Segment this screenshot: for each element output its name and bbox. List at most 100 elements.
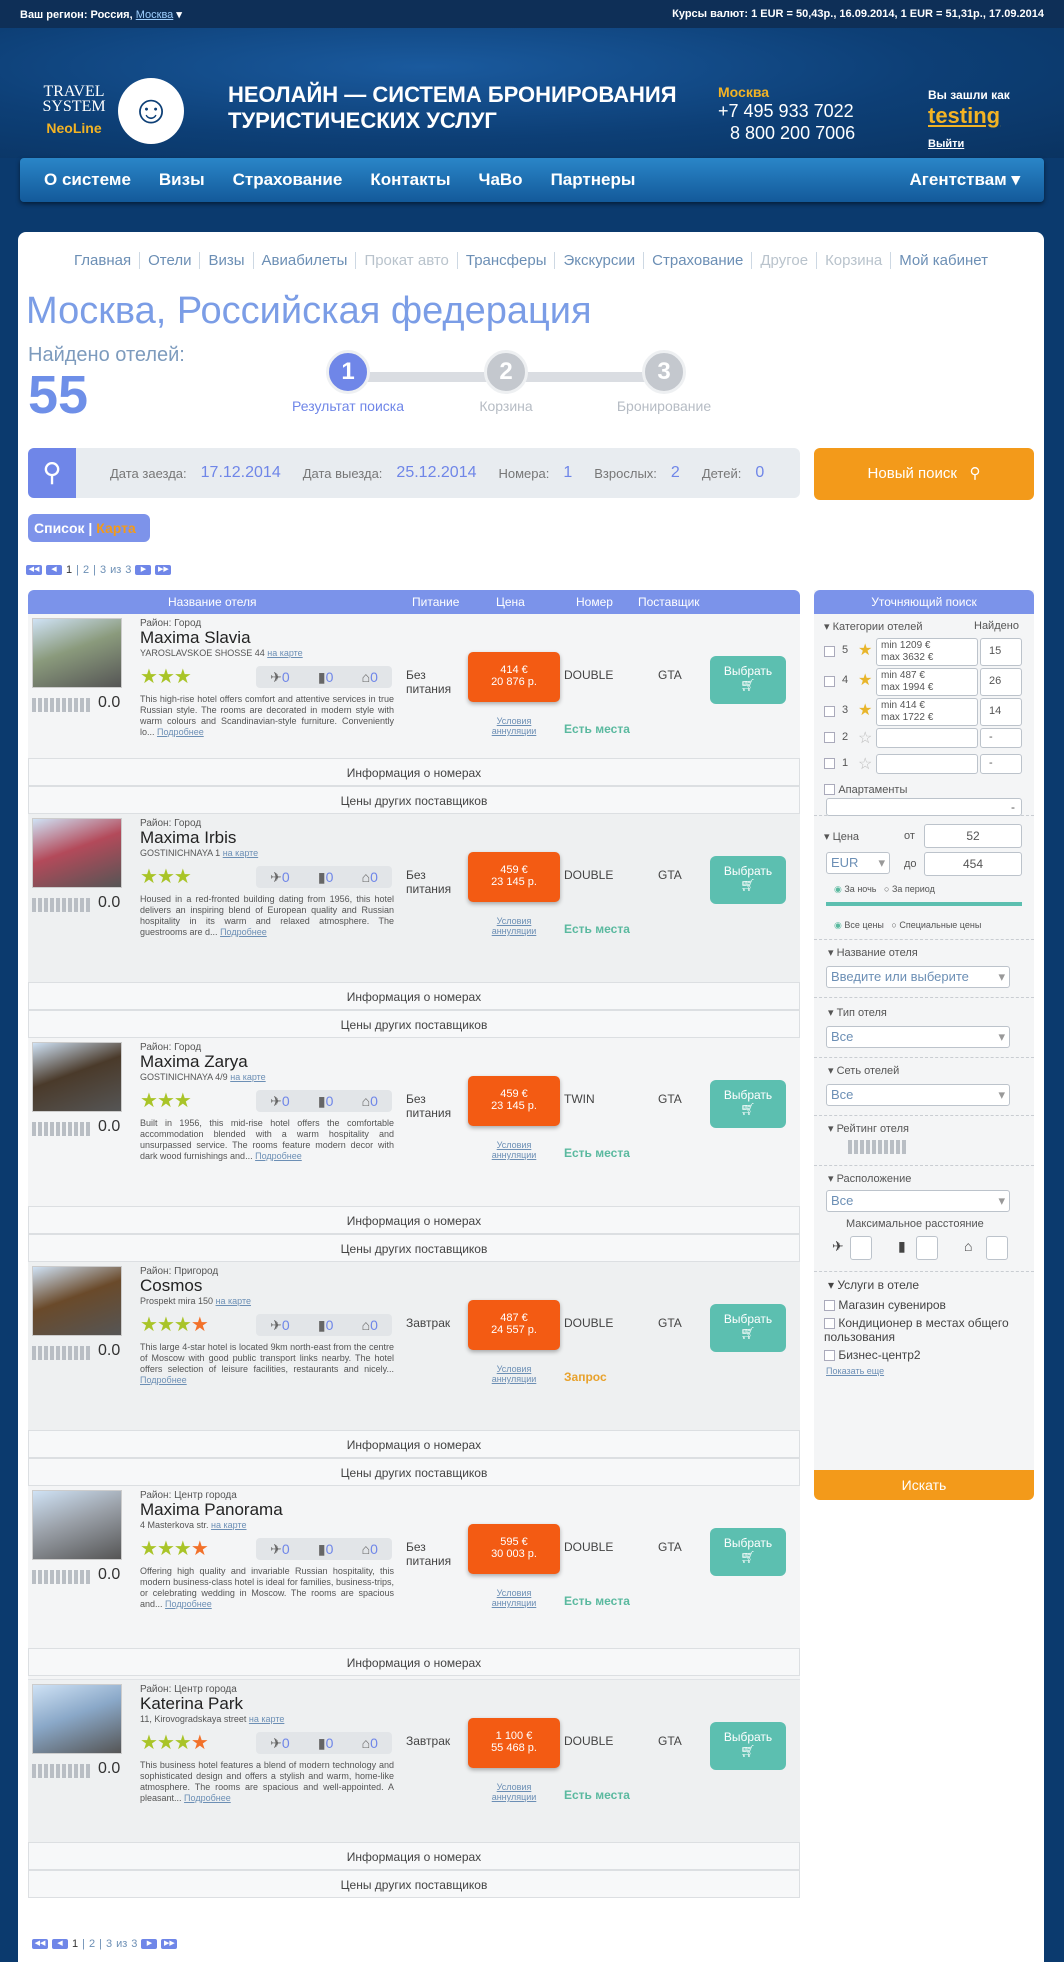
center-distance-input[interactable]: [986, 1236, 1008, 1260]
hotel-photo[interactable]: [32, 1490, 122, 1560]
first-page-icon[interactable]: ◀◀: [26, 565, 42, 575]
hotel-name[interactable]: Maxima Slavia: [140, 628, 251, 648]
hotel-name[interactable]: Maxima Irbis: [140, 828, 236, 848]
search-icon[interactable]: ⚲: [28, 448, 76, 498]
more-link[interactable]: Подробнее: [165, 1599, 212, 1609]
category-checkbox[interactable]: [824, 646, 835, 657]
crumb-insurance[interactable]: Страхование: [644, 252, 753, 269]
rooms-info-toggle[interactable]: Информация о номерах: [28, 1842, 800, 1870]
more-link[interactable]: Подробнее: [255, 1151, 302, 1161]
map-link[interactable]: на карте: [223, 848, 258, 858]
airport-distance-input[interactable]: [850, 1236, 872, 1260]
cancellation-link[interactable]: Условия аннуляции: [482, 916, 546, 936]
region-city-link[interactable]: Москва: [136, 9, 174, 21]
chain-select[interactable]: Все: [826, 1084, 1010, 1106]
select-button[interactable]: Выбрать 🛒︎: [710, 1304, 786, 1352]
nav-partners[interactable]: Партнеры: [551, 170, 636, 190]
show-more-link[interactable]: Показать еще: [826, 1366, 884, 1376]
select-button[interactable]: Выбрать 🛒︎: [710, 656, 786, 704]
crumb-flights[interactable]: Авиабилеты: [253, 252, 357, 269]
category-checkbox[interactable]: [824, 706, 835, 717]
cancellation-link[interactable]: Условия аннуляции: [482, 1782, 546, 1802]
hotel-name[interactable]: Katerina Park: [140, 1694, 243, 1714]
last-page-icon[interactable]: ▶▶: [155, 565, 172, 575]
map-link[interactable]: на карте: [230, 1072, 265, 1082]
hotel-name-input[interactable]: Введите или выберите: [826, 966, 1010, 988]
select-button[interactable]: Выбрать 🛒︎: [710, 1528, 786, 1576]
hotel-photo[interactable]: [32, 1042, 122, 1112]
crumb-home[interactable]: Главная: [66, 252, 141, 269]
view-list[interactable]: Список: [34, 520, 85, 536]
rooms-info-toggle[interactable]: Информация о номерах: [28, 1206, 800, 1234]
hotel-name[interactable]: Maxima Panorama: [140, 1500, 283, 1520]
other-prices-toggle[interactable]: Цены других поставщиков: [28, 786, 800, 814]
price-slider[interactable]: [826, 902, 1022, 906]
username[interactable]: testing: [928, 102, 1010, 130]
other-prices-toggle[interactable]: Цены других поставщиков: [28, 1870, 800, 1898]
select-button[interactable]: Выбрать 🛒︎: [710, 856, 786, 904]
special-prices-radio[interactable]: ○: [891, 920, 896, 930]
location-select[interactable]: Все: [826, 1190, 1010, 1212]
crumb-transfers[interactable]: Трансферы: [457, 252, 556, 269]
view-toggle[interactable]: Список | Карта: [28, 514, 150, 542]
next-page-icon[interactable]: ▶: [135, 565, 152, 575]
service-checkbox-ac[interactable]: [824, 1318, 835, 1330]
map-link[interactable]: на карте: [249, 1714, 284, 1724]
currency-select[interactable]: EUR: [826, 852, 890, 874]
logo[interactable]: TRAVEL SYSTEM NeoLine ☺: [38, 54, 198, 144]
crumb-excursions[interactable]: Экскурсии: [555, 252, 645, 269]
rating-filter-bar[interactable]: [848, 1140, 906, 1154]
rooms-info-toggle[interactable]: Информация о номерах: [28, 1430, 800, 1458]
new-search-button[interactable]: Новый поиск ⚲: [814, 448, 1034, 500]
more-link[interactable]: Подробнее: [220, 927, 267, 937]
category-checkbox[interactable]: [824, 732, 835, 743]
last-page-icon[interactable]: ▶▶: [161, 1939, 178, 1949]
nav-visas[interactable]: Визы: [159, 170, 205, 190]
select-button[interactable]: Выбрать 🛒︎: [710, 1080, 786, 1128]
per-night-radio[interactable]: ◉: [834, 884, 842, 894]
filter-search-button[interactable]: Искать: [814, 1470, 1034, 1500]
more-link[interactable]: Подробнее: [184, 1793, 231, 1803]
hotel-name[interactable]: Cosmos: [140, 1276, 202, 1296]
crumb-cabinet[interactable]: Мой кабинет: [891, 252, 996, 269]
more-link[interactable]: Подробнее: [140, 1375, 187, 1385]
select-button[interactable]: Выбрать 🛒︎: [710, 1722, 786, 1770]
crumb-hotels[interactable]: Отели: [140, 252, 201, 269]
prev-page-icon[interactable]: ◀: [52, 1939, 68, 1949]
all-prices-radio[interactable]: ◉: [834, 920, 842, 930]
price-from-input[interactable]: 52: [924, 824, 1022, 848]
search-summary[interactable]: ⚲ Дата заезда: 17.12.2014 Дата выезда: 25.…: [28, 448, 800, 498]
map-link[interactable]: на карте: [211, 1520, 246, 1530]
service-checkbox-business[interactable]: [824, 1350, 835, 1362]
service-checkbox-souvenirs[interactable]: [824, 1300, 835, 1312]
rooms-info-toggle[interactable]: Информация о номерах: [28, 982, 800, 1010]
hotel-photo[interactable]: [32, 1266, 122, 1336]
first-page-icon[interactable]: ◀◀: [32, 1939, 48, 1949]
hotel-photo[interactable]: [32, 618, 122, 688]
logout-link[interactable]: Выйти: [928, 138, 1010, 150]
other-prices-toggle[interactable]: Цены других поставщиков: [28, 1458, 800, 1486]
apartments-checkbox[interactable]: [824, 784, 835, 796]
hotel-photo[interactable]: [32, 1684, 122, 1754]
station-distance-input[interactable]: [916, 1236, 938, 1260]
cancellation-link[interactable]: Условия аннуляции: [482, 1588, 546, 1608]
hotel-name[interactable]: Maxima Zarya: [140, 1052, 248, 1072]
rooms-info-toggle[interactable]: Информация о номерах: [28, 1648, 800, 1676]
other-prices-toggle[interactable]: Цены других поставщиков: [28, 1234, 800, 1262]
map-link[interactable]: на карте: [216, 1296, 251, 1306]
prev-page-icon[interactable]: ◀: [46, 565, 62, 575]
next-page-icon[interactable]: ▶: [141, 1939, 158, 1949]
nav-about[interactable]: О системе: [44, 170, 131, 190]
cancellation-link[interactable]: Условия аннуляции: [482, 1140, 546, 1160]
nav-agencies[interactable]: Агентствам ▾: [910, 170, 1020, 190]
nav-insurance[interactable]: Страхование: [233, 170, 343, 190]
more-link[interactable]: Подробнее: [157, 727, 204, 737]
cancellation-link[interactable]: Условия аннуляции: [482, 1364, 546, 1384]
view-map[interactable]: Карта: [96, 520, 136, 536]
hotel-photo[interactable]: [32, 818, 122, 888]
hotel-type-select[interactable]: Все: [826, 1026, 1010, 1048]
map-link[interactable]: на карте: [267, 648, 302, 658]
cancellation-link[interactable]: Условия аннуляции: [482, 716, 546, 736]
rooms-info-toggle[interactable]: Информация о номерах: [28, 758, 800, 786]
other-prices-toggle[interactable]: Цены других поставщиков: [28, 1010, 800, 1038]
